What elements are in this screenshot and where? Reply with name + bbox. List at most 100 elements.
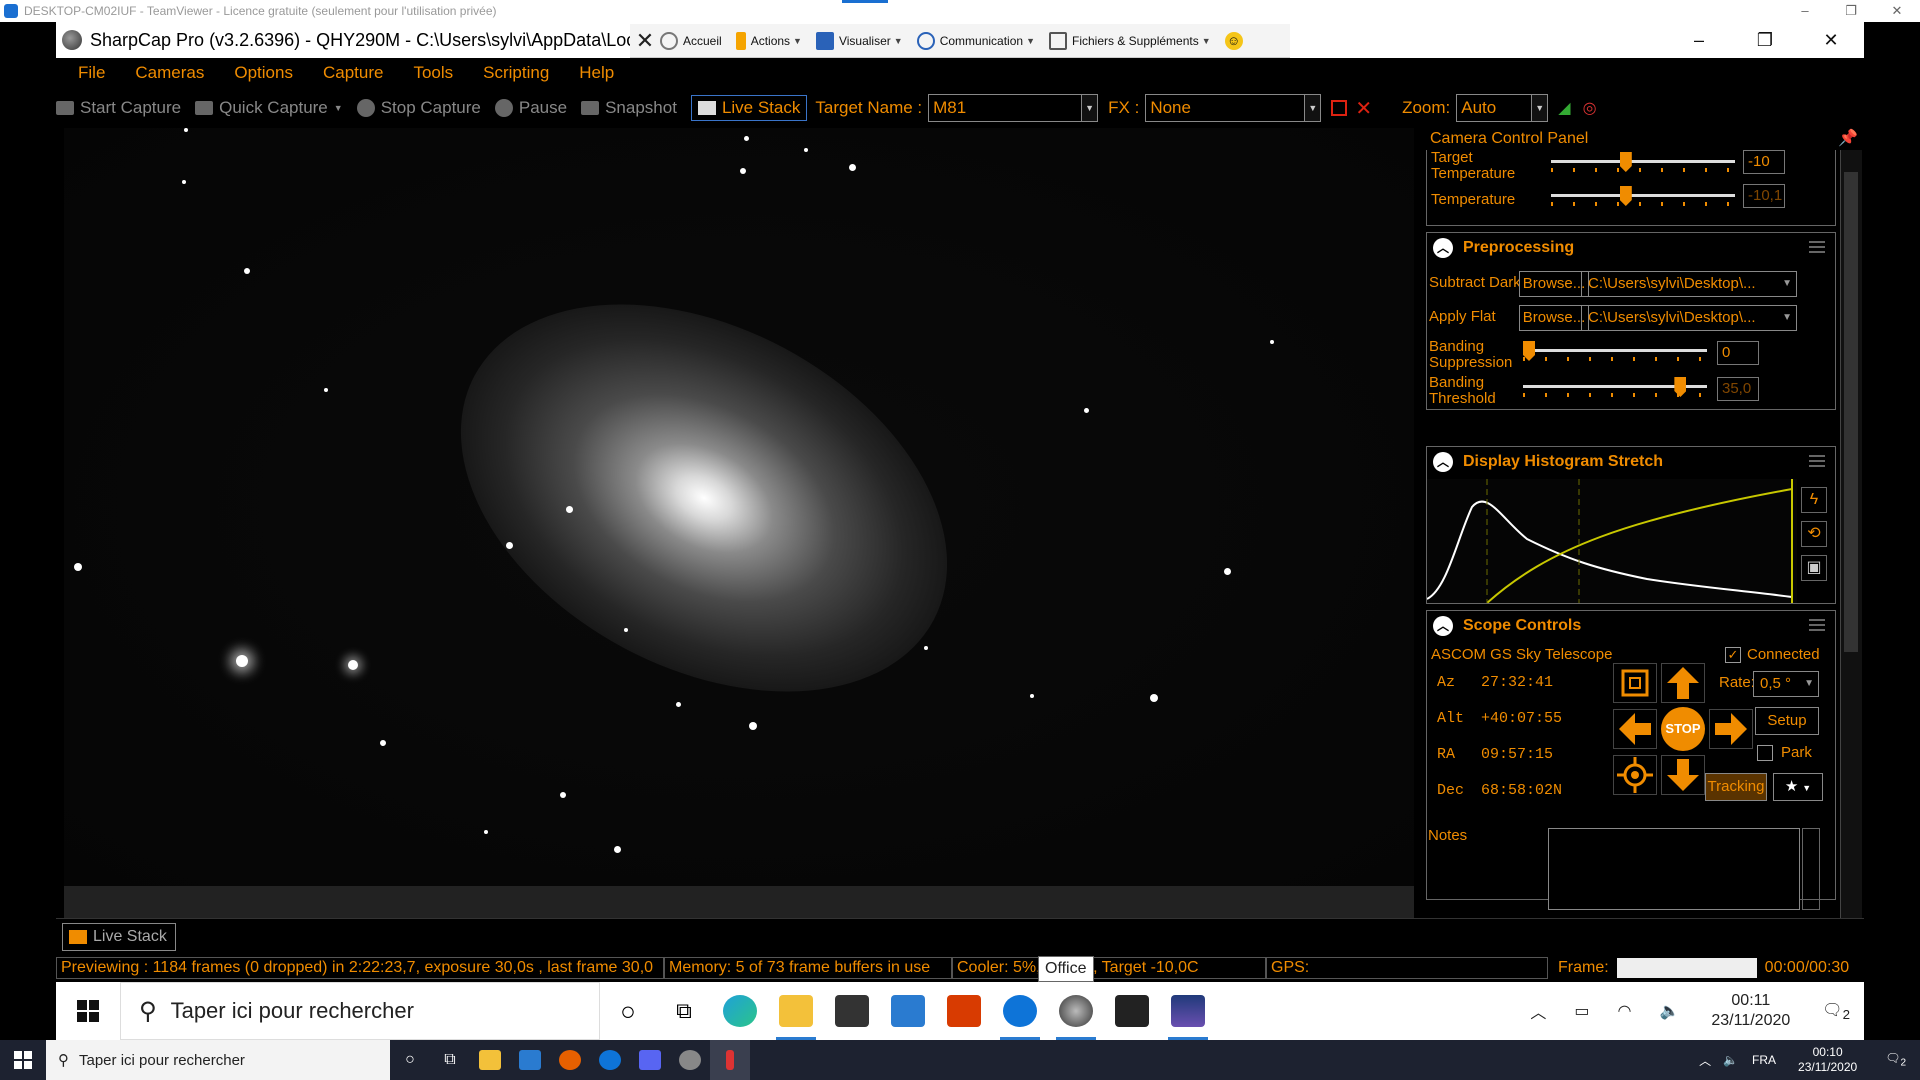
- remote-start-button[interactable]: [56, 1000, 120, 1022]
- local-search-box[interactable]: ⚲ Taper ici pour rechercher: [46, 1040, 390, 1080]
- banding-suppression-value[interactable]: 0: [1717, 341, 1759, 365]
- home-position-button[interactable]: [1613, 755, 1657, 795]
- volume-icon[interactable]: 🔈: [1659, 1001, 1679, 1021]
- tv-restore-button[interactable]: ❐: [1828, 0, 1874, 22]
- flat-path-combo[interactable]: C:\Users\sylvi\Desktop\... ▼: [1581, 305, 1797, 331]
- other-app-icon[interactable]: [710, 1040, 750, 1080]
- connected-checkbox[interactable]: ✓: [1725, 647, 1741, 663]
- menu-file[interactable]: File: [78, 63, 105, 83]
- stop-button[interactable]: STOP: [1661, 707, 1705, 751]
- file-explorer-icon[interactable]: [768, 982, 824, 1040]
- task-view-icon[interactable]: ⧉: [430, 1040, 470, 1080]
- notification-icon[interactable]: 🗨2: [1885, 1051, 1906, 1068]
- tracking-mode-combo[interactable]: ★ ▼: [1773, 773, 1823, 801]
- goto-icon[interactable]: [1613, 663, 1657, 703]
- menu-options[interactable]: Options: [234, 63, 293, 83]
- target-name-combo[interactable]: M81 ▼: [928, 94, 1099, 122]
- local-start-button[interactable]: [0, 1051, 46, 1069]
- notes-textarea[interactable]: [1548, 828, 1800, 910]
- firefox-icon[interactable]: [550, 1040, 590, 1080]
- stop-capture-button[interactable]: Stop Capture: [356, 98, 481, 118]
- tab-live-stack[interactable]: Live Stack: [62, 923, 176, 951]
- volume-icon[interactable]: 🔈: [1723, 1053, 1738, 1067]
- mail-icon[interactable]: [510, 1040, 550, 1080]
- smiley-icon[interactable]: ☺: [1224, 31, 1243, 50]
- teamviewer-app-icon[interactable]: [590, 1040, 630, 1080]
- task-view-icon[interactable]: ⧉: [656, 982, 712, 1040]
- menu-capture[interactable]: Capture: [323, 63, 383, 83]
- target-temperature-slider[interactable]: [1551, 152, 1735, 172]
- pin-icon[interactable]: 📌: [1838, 128, 1858, 150]
- start-capture-button[interactable]: Start Capture: [56, 98, 181, 118]
- menu-cameras[interactable]: Cameras: [135, 63, 204, 83]
- tv-minimize-button[interactable]: –: [1782, 0, 1828, 22]
- focus-icon[interactable]: ◎: [1583, 98, 1597, 118]
- auto-stretch-icon[interactable]: ϟ: [1801, 487, 1827, 513]
- remote-clock[interactable]: 00:11 23/11/2020: [1711, 991, 1790, 1031]
- teamviewer-app-icon[interactable]: [992, 982, 1048, 1040]
- store-icon[interactable]: [824, 982, 880, 1040]
- rate-combo[interactable]: 0,5 ° ▼: [1753, 671, 1819, 697]
- cortana-icon[interactable]: ○: [390, 1040, 430, 1080]
- histogram-plot[interactable]: [1427, 479, 1797, 603]
- chevron-down-icon[interactable]: ▼: [334, 103, 343, 113]
- menu-icon[interactable]: [1809, 455, 1825, 467]
- tracking-button[interactable]: Tracking: [1705, 773, 1767, 801]
- notes-scrollbar[interactable]: [1802, 828, 1820, 910]
- banding-threshold-value[interactable]: 35,0: [1717, 377, 1759, 401]
- minimize-button[interactable]: –: [1666, 22, 1732, 58]
- edge-icon[interactable]: [712, 982, 768, 1040]
- dark-path-combo[interactable]: C:\Users\sylvi\Desktop\... ▼: [1581, 271, 1797, 297]
- show-hidden-icon[interactable]: ︿: [1699, 1052, 1711, 1069]
- satellite-icon[interactable]: [670, 1040, 710, 1080]
- panel-scrollbar[interactable]: [1840, 150, 1862, 918]
- graph-icon[interactable]: ◢: [1558, 98, 1570, 118]
- tv-close-session-icon[interactable]: ✕: [630, 28, 660, 54]
- banding-threshold-slider[interactable]: [1523, 377, 1707, 397]
- menu-icon[interactable]: [1809, 241, 1825, 253]
- collapse-icon[interactable]: ︿: [1433, 238, 1453, 258]
- park-checkbox[interactable]: [1757, 745, 1773, 761]
- save-icon[interactable]: ▣: [1801, 555, 1827, 581]
- chevron-down-icon[interactable]: ▼: [1531, 95, 1548, 121]
- battery-icon[interactable]: ▭: [1574, 1001, 1589, 1021]
- scope-controls-header[interactable]: ︿ Scope Controls: [1427, 611, 1835, 641]
- wifi-icon[interactable]: ◠: [1617, 1001, 1631, 1021]
- remote-search-box[interactable]: ⚲ Taper ici pour rechercher: [120, 982, 600, 1040]
- fx-combo[interactable]: None ▼: [1145, 94, 1322, 122]
- tv-close-button[interactable]: ✕: [1874, 0, 1920, 22]
- setup-button[interactable]: Setup: [1755, 707, 1819, 735]
- tv-visualiser-button[interactable]: Visualiser ▼: [815, 31, 903, 50]
- chevron-down-icon[interactable]: ▼: [1304, 95, 1321, 121]
- local-clock[interactable]: 00:10 23/11/2020: [1798, 1045, 1857, 1075]
- office-icon[interactable]: [936, 982, 992, 1040]
- select-area-icon[interactable]: [1331, 100, 1348, 116]
- preprocessing-header[interactable]: ︿ Preprocessing: [1427, 233, 1835, 263]
- notification-icon[interactable]: 🗨2: [1822, 1000, 1850, 1022]
- close-button[interactable]: ✕: [1798, 22, 1864, 58]
- browse-flat-button[interactable]: Browse...: [1519, 305, 1589, 331]
- live-stack-button[interactable]: Live Stack: [690, 95, 808, 121]
- clear-icon[interactable]: ✕: [1355, 96, 1372, 121]
- discord-icon[interactable]: [630, 1040, 670, 1080]
- move-south-button[interactable]: [1661, 755, 1705, 795]
- menu-help[interactable]: Help: [579, 63, 614, 83]
- stellarium-icon[interactable]: [1160, 982, 1216, 1040]
- file-explorer-icon[interactable]: [470, 1040, 510, 1080]
- menu-icon[interactable]: [1809, 619, 1825, 631]
- tv-fichiers-button[interactable]: Fichiers & Suppléments ▼: [1049, 31, 1211, 50]
- pause-button[interactable]: Pause: [494, 98, 567, 118]
- collapse-icon[interactable]: ︿: [1433, 616, 1453, 636]
- target-temperature-value[interactable]: -10: [1743, 150, 1785, 174]
- galaxy-image[interactable]: [64, 128, 1414, 886]
- tv-communication-button[interactable]: Communication ▼: [916, 31, 1035, 50]
- quick-capture-button[interactable]: Quick Capture ▼: [195, 98, 343, 118]
- move-north-button[interactable]: [1661, 663, 1705, 703]
- tv-accueil-button[interactable]: Accueil: [660, 31, 722, 50]
- banding-suppression-slider[interactable]: [1523, 341, 1707, 361]
- tv-actions-button[interactable]: Actions ▼: [735, 31, 802, 50]
- language-indicator[interactable]: FRA: [1752, 1053, 1776, 1067]
- show-hidden-icon[interactable]: ︿: [1530, 999, 1546, 1023]
- chevron-down-icon[interactable]: ▼: [1081, 95, 1098, 121]
- move-east-button[interactable]: [1709, 709, 1753, 749]
